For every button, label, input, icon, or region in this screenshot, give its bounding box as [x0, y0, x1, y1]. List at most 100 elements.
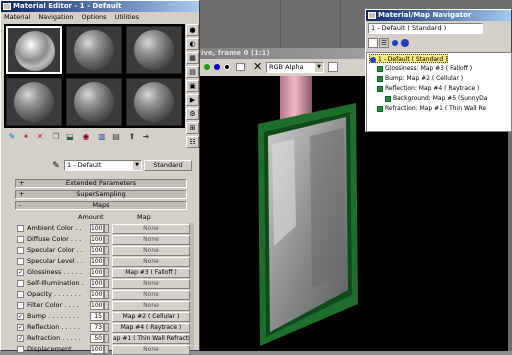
map-slot-button[interactable]: None [112, 290, 190, 300]
map-enable-checkbox[interactable] [17, 236, 24, 243]
sample-slot-5[interactable] [66, 78, 122, 126]
amount-spinner[interactable] [104, 268, 109, 277]
green-channel-icon[interactable] [214, 64, 220, 70]
material-name-field[interactable]: 1 - Default ▼ [64, 160, 142, 171]
pick-material-icon[interactable]: ✎ [50, 160, 62, 172]
map-enable-checkbox[interactable]: ✓ [17, 324, 24, 331]
material-map-navigator[interactable]: Material/Map Navigator 1 - Default ( Sta… [365, 9, 512, 132]
amount-spinner[interactable] [104, 334, 109, 343]
map-enable-checkbox[interactable]: ✓ [17, 335, 24, 342]
monochrome-icon[interactable] [328, 62, 338, 72]
sample-type-icon[interactable]: ● [186, 24, 199, 36]
map-slot-button[interactable]: None [112, 279, 190, 289]
map-amount-field[interactable]: 100 [90, 246, 104, 255]
amount-spinner[interactable] [104, 246, 109, 255]
navigator-icon[interactable]: ☷ [186, 136, 199, 148]
map-enable-checkbox[interactable] [17, 247, 24, 254]
amount-spinner[interactable] [104, 279, 109, 288]
amount-spinner[interactable] [104, 235, 109, 244]
map-amount-field[interactable]: 50 [90, 334, 104, 343]
go-to-parent-icon[interactable]: ⬆ [126, 131, 138, 143]
tree-item-refraction[interactable]: Refraction: Map #1 ( Thin Wall Re [377, 104, 486, 113]
menu-options[interactable]: Options [81, 13, 106, 21]
view-list-icons-icon[interactable]: ☰ [379, 38, 389, 48]
sample-slot-6[interactable] [126, 78, 182, 126]
amount-spinner[interactable] [104, 301, 109, 310]
map-amount-field[interactable]: 100 [90, 257, 104, 266]
clear-icon[interactable]: ✕ [253, 60, 262, 74]
amount-spinner[interactable] [104, 312, 109, 321]
menu-navigation[interactable]: Navigation [38, 13, 73, 21]
copy-material-icon[interactable]: ❐ [50, 131, 62, 143]
navigator-current-material[interactable]: 1 - Default ( Standard ) [368, 23, 483, 34]
material-type-button[interactable]: Standard [144, 160, 192, 171]
alpha-channel-icon[interactable] [236, 63, 245, 71]
blue-channel-icon[interactable] [224, 64, 230, 70]
map-enable-checkbox[interactable] [17, 280, 24, 287]
preview-icon[interactable]: ▶ [186, 94, 199, 106]
map-slot-button[interactable]: Map #4 ( Raytrace ) [112, 323, 190, 333]
video-check-icon[interactable]: ▣ [186, 80, 199, 92]
amount-spinner[interactable] [104, 257, 109, 266]
map-slot-button[interactable]: None [112, 235, 190, 245]
uv-tiling-icon[interactable]: ▤ [186, 66, 199, 78]
sample-slot-4[interactable] [6, 78, 62, 126]
background-icon[interactable]: ▦ [186, 52, 199, 64]
map-amount-field[interactable]: 15 [90, 312, 104, 321]
rollout-supersampling[interactable]: + SuperSampling [15, 190, 187, 199]
sample-slot-1[interactable] [6, 26, 62, 74]
map-enable-checkbox[interactable] [17, 302, 24, 309]
tree-item-background[interactable]: Background: Map #5 (SunnyDa [385, 94, 487, 103]
put-to-library-icon[interactable]: ⬓ [64, 131, 76, 143]
map-amount-field[interactable]: 100 [90, 290, 104, 299]
amount-spinner[interactable] [104, 323, 109, 332]
map-enable-checkbox[interactable] [17, 258, 24, 265]
map-amount-field[interactable]: 100 [90, 301, 104, 310]
menu-utilities[interactable]: Utilities [115, 13, 139, 21]
map-amount-field[interactable]: 100 [90, 345, 104, 354]
material-editor-window[interactable]: Material Editor - 1 - Default Material Na… [0, 0, 200, 355]
sample-slot-3[interactable] [126, 26, 182, 74]
navigator-tree[interactable]: 1 - Default ( Standard ) Glossiness: Map… [366, 52, 512, 132]
map-enable-checkbox[interactable]: ✓ [17, 313, 24, 320]
view-large-icons-icon[interactable] [401, 39, 409, 47]
options-icon[interactable]: ⚙ [186, 108, 199, 120]
map-enable-checkbox[interactable] [17, 225, 24, 232]
rollout-extended-parameters[interactable]: + Extended Parameters [15, 179, 187, 188]
map-amount-field[interactable]: 73 [90, 323, 104, 332]
assign-material-icon[interactable]: ✦ [20, 131, 32, 143]
amount-spinner[interactable] [104, 345, 109, 354]
map-slot-button[interactable]: None [112, 257, 190, 267]
show-end-result-icon[interactable]: ▤ [110, 131, 122, 143]
map-enable-checkbox[interactable] [17, 346, 24, 353]
tree-item-root[interactable]: 1 - Default ( Standard ) [369, 54, 449, 63]
map-slot-button[interactable]: None [112, 345, 190, 355]
map-enable-checkbox[interactable] [17, 291, 24, 298]
map-enable-checkbox[interactable]: ✓ [17, 269, 24, 276]
map-amount-field[interactable]: 100 [90, 224, 104, 233]
map-slot-button[interactable]: Map #3 ( Falloff ) [112, 268, 190, 278]
map-amount-field[interactable]: 100 [90, 279, 104, 288]
backlight-icon[interactable]: ◐ [186, 38, 199, 50]
map-slot-button[interactable]: Map #2 ( Cellular ) [112, 312, 190, 322]
map-slot-button[interactable]: None [112, 246, 190, 256]
select-by-material-icon[interactable]: ⊞ [186, 122, 199, 134]
map-slot-button[interactable]: ap #1 ( Thin Wall Refraction ) [112, 334, 190, 344]
reset-map-icon[interactable]: ✕ [34, 131, 46, 143]
tree-item-reflection[interactable]: Reflection: Map #4 ( Raytrace ) [377, 84, 479, 93]
tree-item-glossiness[interactable]: Glossiness: Map #3 ( Falloff ) [377, 64, 472, 73]
amount-spinner[interactable] [104, 224, 109, 233]
map-amount-field[interactable]: 100 [90, 268, 104, 277]
view-list-icon[interactable] [368, 38, 378, 48]
map-slot-button[interactable]: None [112, 224, 190, 234]
sample-slot-2[interactable] [66, 26, 122, 74]
view-small-icons-icon[interactable] [392, 40, 398, 46]
tree-item-bump[interactable]: Bump: Map #2 ( Cellular ) [377, 74, 463, 83]
map-slot-button[interactable]: None [112, 301, 190, 311]
rollout-maps[interactable]: - Maps [15, 201, 187, 210]
get-material-icon[interactable]: ✎ [6, 131, 18, 143]
channel-display-select[interactable]: RGB Alpha ▼ [266, 62, 324, 73]
material-effects-channel-icon[interactable]: ◉ [80, 131, 92, 143]
amount-spinner[interactable] [104, 290, 109, 299]
go-forward-sibling-icon[interactable]: ➜ [140, 131, 152, 143]
